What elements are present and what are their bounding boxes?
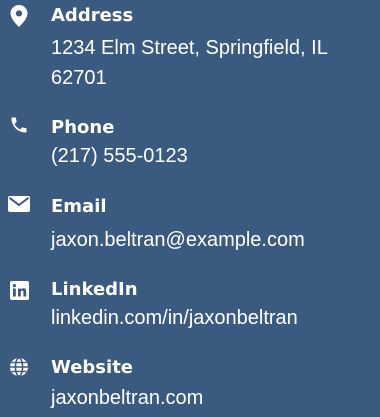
address-label: Address	[51, 5, 134, 26]
phone-icon	[8, 114, 30, 136]
linkedin-link[interactable]: linkedin.com/in/jaxonbeltran	[51, 303, 376, 333]
phone-label: Phone	[51, 117, 115, 138]
email-link[interactable]: jaxon.beltran@example.com	[51, 225, 376, 255]
envelope-icon	[8, 193, 30, 215]
website-label: Website	[51, 357, 134, 378]
phone-value: (217) 555-0123	[51, 145, 188, 167]
website-link[interactable]: jaxonbeltran.com	[51, 383, 376, 413]
linkedin-label: LinkedIn	[51, 279, 138, 300]
globe-icon	[8, 356, 30, 378]
address-value: 1234 Elm Street, Springfield, IL 62701	[51, 37, 328, 89]
linkedin-icon	[8, 279, 30, 301]
email-label: Email	[51, 196, 107, 217]
contact-list: Address 1234 Elm Street, Springfield, IL…	[0, 0, 380, 417]
map-pin-icon	[8, 5, 30, 27]
